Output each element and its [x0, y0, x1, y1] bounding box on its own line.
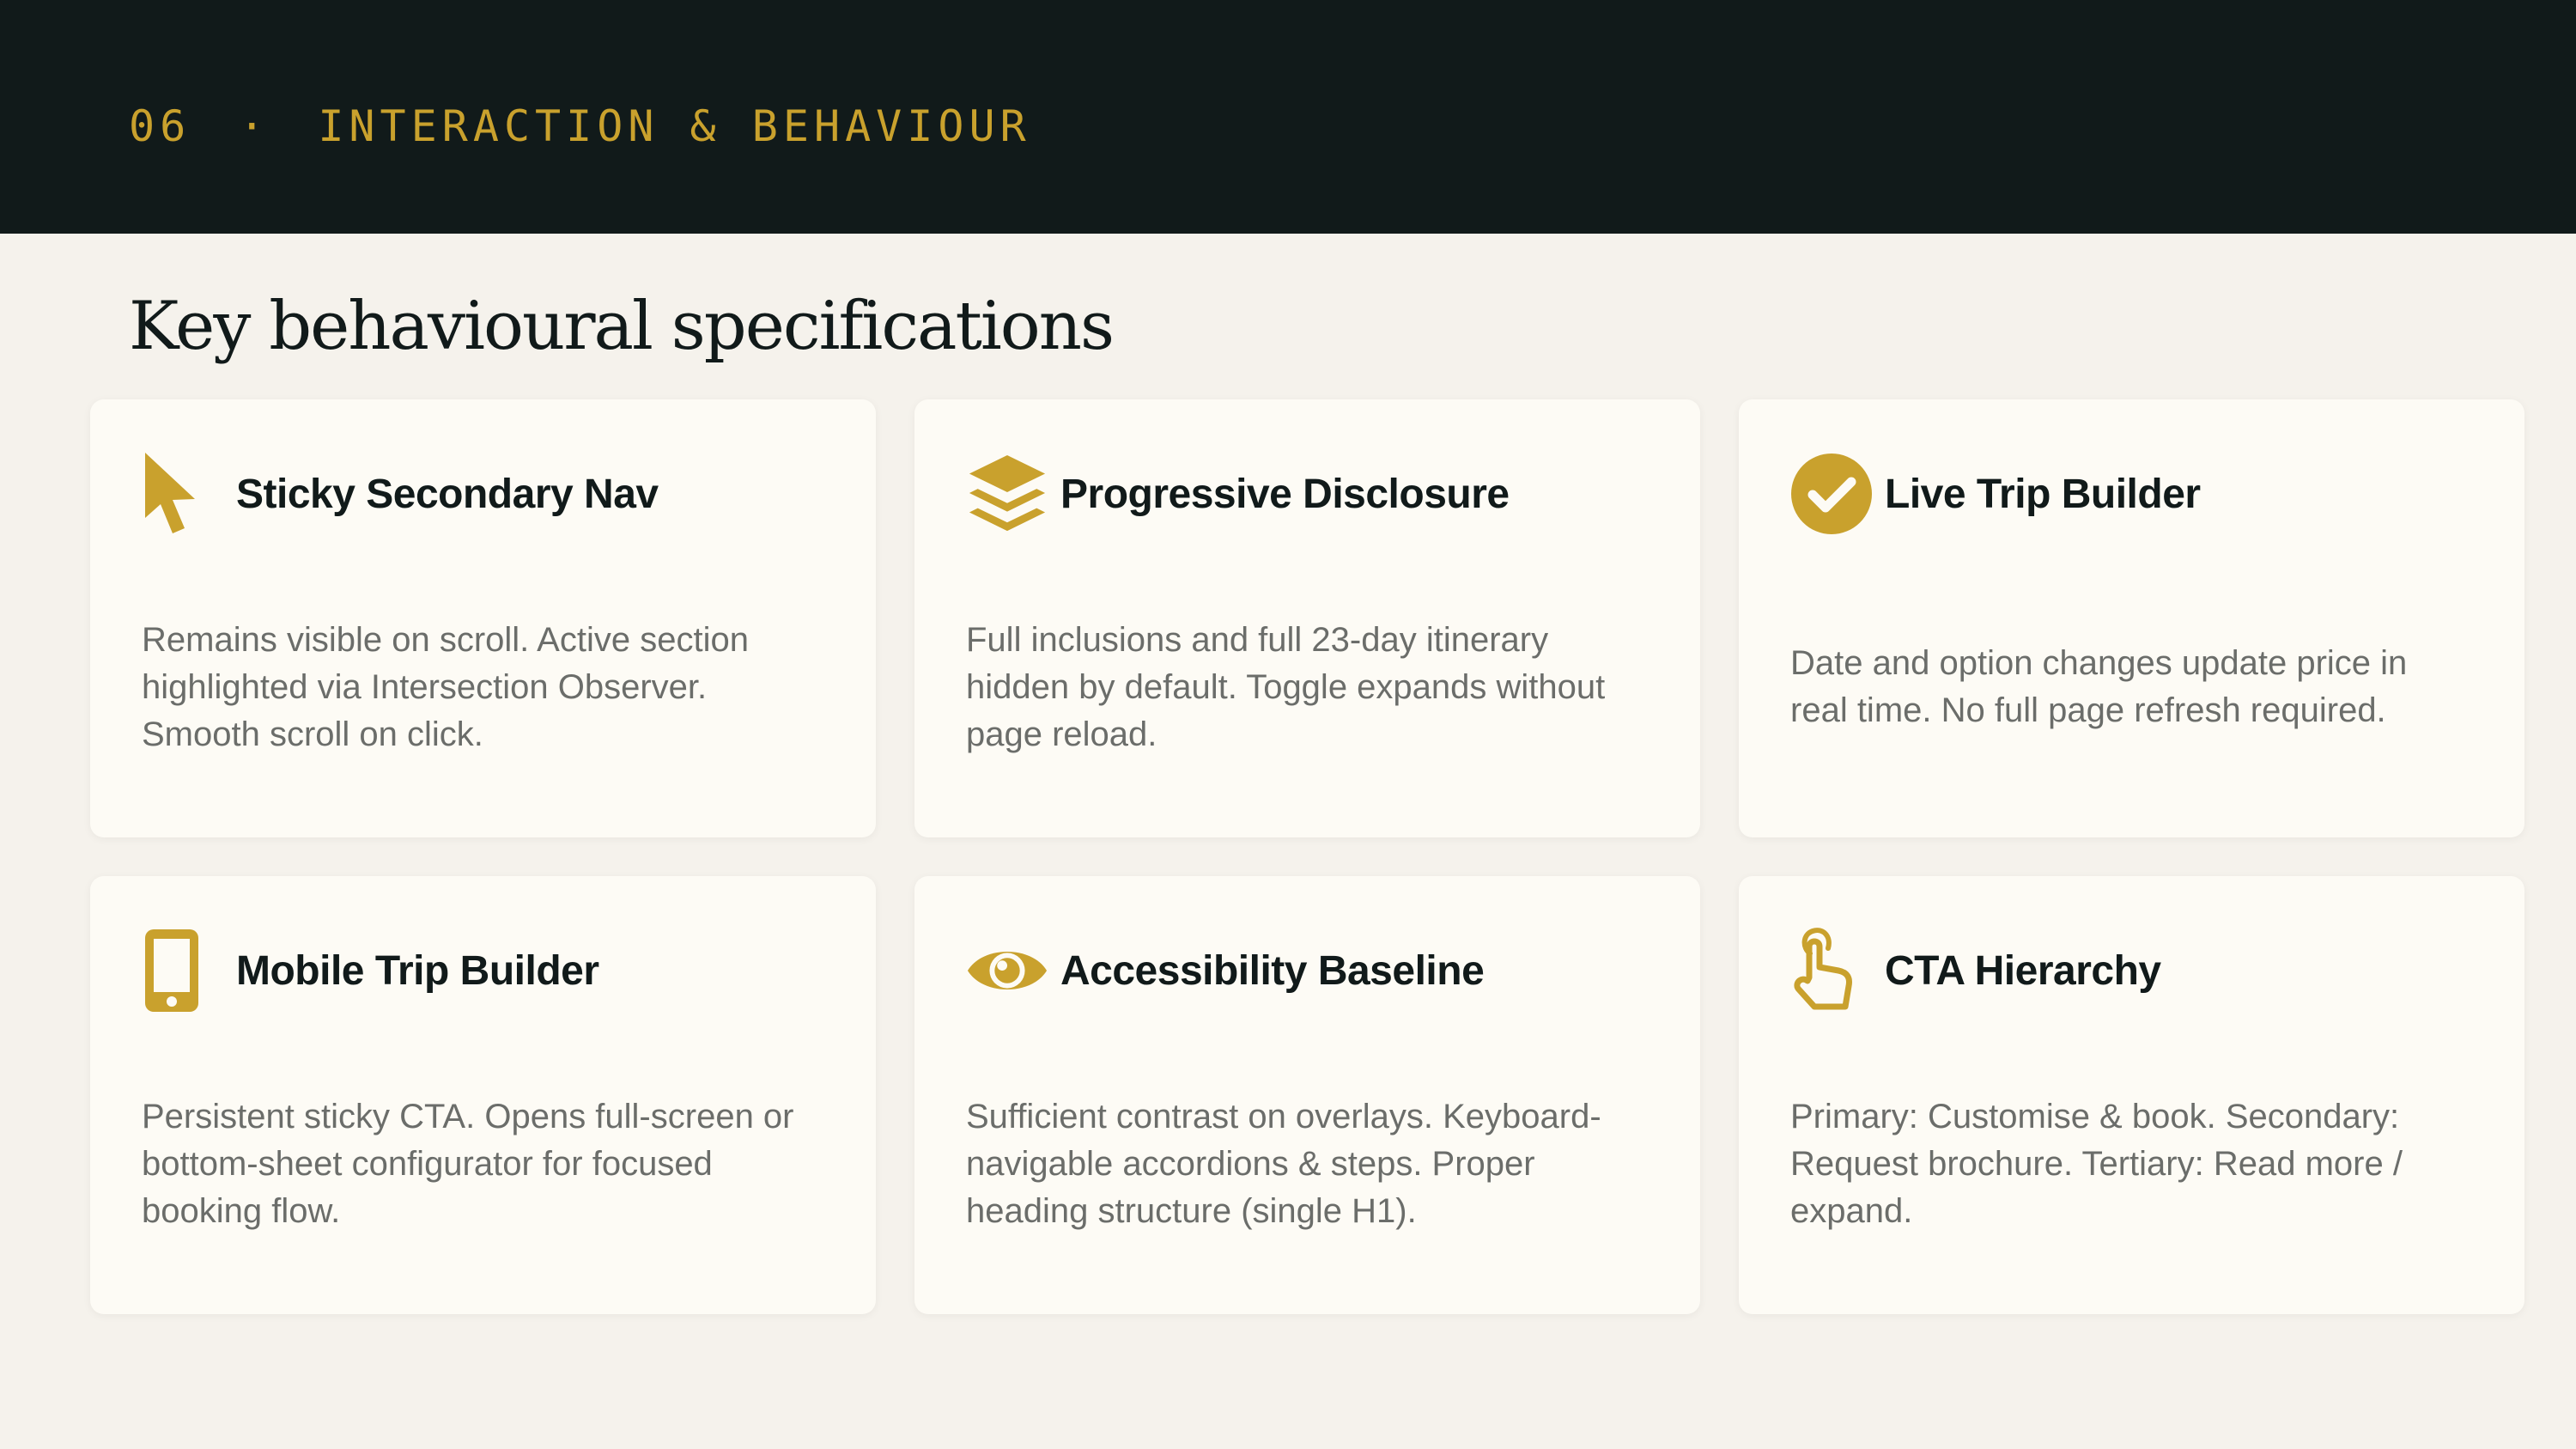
card-body: Date and option changes update price in … [1790, 537, 2473, 837]
card-body: Primary: Customise & book. Secondary: Re… [1790, 1014, 2473, 1314]
hand-pointer-icon [1790, 928, 1873, 1014]
card-description: Date and option changes update price in … [1790, 644, 2408, 729]
spec-card-grid: Sticky Secondary Nav Remains visible on … [90, 399, 2524, 1314]
card-description: Persistent sticky CTA. Opens full-screen… [142, 1097, 794, 1230]
spec-card-mobile-trip-builder: Mobile Trip Builder Persistent sticky CT… [90, 876, 876, 1314]
card-header: Mobile Trip Builder [142, 928, 599, 1014]
spec-card-live-trip-builder: Live Trip Builder Date and option change… [1739, 399, 2524, 837]
card-title: Mobile Trip Builder [236, 947, 599, 994]
spec-card-accessibility-baseline: Accessibility Baseline Sufficient contra… [914, 876, 1700, 1314]
page-title: Key behavioural specifications [129, 288, 1115, 365]
card-title: CTA Hierarchy [1885, 947, 2161, 994]
card-header: Sticky Secondary Nav [142, 451, 659, 537]
card-header: Progressive Disclosure [966, 451, 1510, 537]
card-header: Live Trip Builder [1790, 451, 2201, 537]
spec-card-sticky-secondary-nav: Sticky Secondary Nav Remains visible on … [90, 399, 876, 837]
cursor-arrow-icon [142, 451, 224, 537]
card-title: Live Trip Builder [1885, 471, 2201, 517]
card-description: Primary: Customise & book. Secondary: Re… [1790, 1097, 2403, 1230]
card-body: Persistent sticky CTA. Opens full-screen… [142, 1014, 824, 1314]
layers-icon [966, 451, 1048, 537]
card-description: Remains visible on scroll. Active sectio… [142, 620, 749, 753]
card-description: Sufficient contrast on overlays. Keyboar… [966, 1097, 1601, 1230]
spec-card-progressive-disclosure: Progressive Disclosure Full inclusions a… [914, 399, 1700, 837]
section-eyebrow: 06 · INTERACTION & BEHAVIOUR [129, 96, 1031, 156]
section-header-bar: 06 · INTERACTION & BEHAVIOUR [0, 0, 2576, 234]
card-body: Sufficient contrast on overlays. Keyboar… [966, 1014, 1649, 1314]
card-header: Accessibility Baseline [966, 928, 1485, 1014]
card-body: Full inclusions and full 23-day itinerar… [966, 537, 1649, 837]
check-circle-icon [1790, 451, 1873, 537]
card-title: Sticky Secondary Nav [236, 471, 659, 517]
card-header: CTA Hierarchy [1790, 928, 2161, 1014]
eye-icon [966, 928, 1048, 1014]
section-separator: · [239, 101, 270, 151]
section-label: INTERACTION & BEHAVIOUR [318, 101, 1031, 151]
card-description: Full inclusions and full 23-day itinerar… [966, 620, 1606, 753]
card-title: Accessibility Baseline [1060, 947, 1485, 994]
card-body: Remains visible on scroll. Active sectio… [142, 537, 824, 837]
spec-card-cta-hierarchy: CTA Hierarchy Primary: Customise & book.… [1739, 876, 2524, 1314]
mobile-phone-icon [142, 928, 224, 1014]
card-title: Progressive Disclosure [1060, 471, 1510, 517]
section-number: 06 [129, 101, 191, 151]
